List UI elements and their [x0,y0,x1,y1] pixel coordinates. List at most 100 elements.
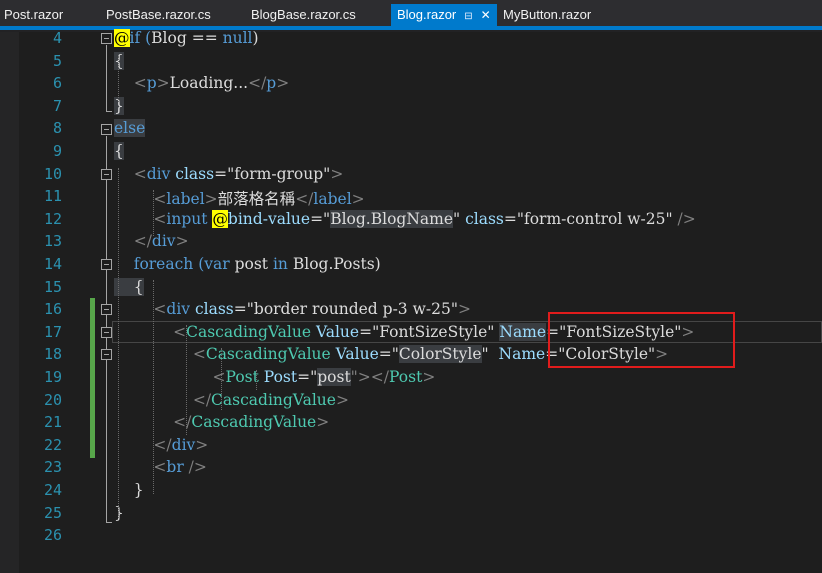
code-token: div [166,300,191,319]
code-token: > [330,164,344,183]
code-token: CascadingValue [205,345,331,364]
line-number: 24 [43,481,62,499]
code-token: /> [183,458,207,477]
indent-guide [186,325,187,435]
line-number: 18 [43,345,62,364]
tab-blogbase-razor-cs[interactable]: BlogBase.razor.cs [251,4,356,26]
code-token: </ [114,390,212,409]
code-token: > [276,74,290,93]
code-token: Post [258,368,298,386]
code-token: ) [252,29,259,47]
code-token: < [114,368,226,386]
collapse-icon[interactable] [101,259,112,270]
tab-mybutton-razor[interactable]: MyButton.razor [503,4,591,26]
code-token: "></ [350,368,389,386]
code-line[interactable]: <Post Post="post"></Post> [114,368,435,386]
code-token: post [317,368,351,386]
code-token: > [156,74,170,93]
code-token: input [166,209,208,228]
code-token: < [114,345,206,364]
tab-strip: Post.razor PostBase.razor.cs BlogBase.ra… [0,0,822,30]
collapse-icon[interactable] [101,349,112,360]
code-token: Value [311,322,360,341]
code-line[interactable]: </div> [114,436,208,454]
collapse-icon[interactable] [101,124,112,135]
collapse-icon[interactable] [101,304,112,315]
code-token: br [166,458,184,477]
tab-blog-razor[interactable]: Blog.razor ⊟ ✕ [391,4,497,26]
outline-end [106,522,112,523]
code-token: =" [297,368,318,386]
code-token: class [190,300,234,319]
line-number: 5 [52,51,62,70]
code-token: label [166,190,205,209]
code-line[interactable]: else [114,119,146,138]
indent-guide [153,190,154,236]
line-number: 25 [43,503,62,522]
code-line[interactable]: </CascadingValue> [114,413,329,431]
code-token: null [222,29,253,47]
code-token: < [114,190,167,209]
code-token: "FontSizeStyle" [372,322,495,341]
code-token: "form-control w-25" [516,209,673,228]
line-number: 9 [52,142,62,160]
line-number: 26 [43,526,62,545]
indent-guide [118,168,119,518]
code-token: in [272,255,288,273]
code-token: </ [114,435,172,454]
code-token: Blog.Posts) [287,255,381,273]
collapse-icon[interactable] [101,169,112,180]
line-number: 11 [43,187,62,206]
code-token: < [114,300,167,319]
code-token: = [359,322,373,341]
code-token: 部落格名稱 [217,190,296,209]
code-token: CascadingValue [191,413,317,432]
indent-guide [221,348,222,410]
code-token: Name [499,322,547,341]
code-token: var [204,255,230,273]
code-token: < [114,322,187,341]
code-token: foreach ( [114,255,205,273]
line-number: 20 [43,390,62,409]
code-token: @ [114,29,130,47]
indent-guide [118,56,119,102]
editor-margin [0,32,19,573]
line-number: 15 [43,277,62,296]
code-token: Post [389,368,423,386]
line-number: 16 [43,300,62,319]
line-number: 19 [43,368,62,386]
code-token: "form-group" [227,164,331,183]
code-line[interactable]: @if (Blog == null) [114,29,259,47]
code-token: bind-value [227,209,311,228]
code-token: if ( [129,29,152,47]
line-number: 23 [43,458,62,477]
code-line[interactable]: <p>Loading...</p> [114,74,290,93]
collapse-icon[interactable] [101,33,112,44]
code-token: @ [212,209,228,228]
code-token: Name [498,345,546,364]
code-line[interactable]: </CascadingValue> [114,391,349,409]
code-token: div [146,164,171,183]
close-icon[interactable]: ✕ [481,8,491,22]
code-line[interactable]: foreach (var post in Blog.Posts) [114,255,381,273]
code-line[interactable]: <label>部落格名稱</label> [114,187,364,209]
code-line[interactable]: <div class="border rounded p-3 w-25"> [114,300,471,318]
code-line[interactable]: </div> [114,232,189,250]
pin-icon[interactable]: ⊟ [464,11,472,22]
code-line[interactable]: { [114,142,124,160]
code-token: > [204,190,218,209]
code-token: CascadingValue [186,322,312,341]
code-line[interactable]: <br /> [114,458,207,477]
code-token: > [195,435,209,454]
tab-postbase-razor-cs[interactable]: PostBase.razor.cs [106,4,211,26]
code-token: > [457,300,471,319]
code-line[interactable]: <div class="form-group"> [114,164,344,183]
line-number: 6 [52,74,62,93]
code-token: = [378,345,392,364]
collapse-icon[interactable] [101,327,112,338]
highlight-box [548,312,735,368]
tab-post-razor[interactable]: Post.razor [4,4,63,26]
code-token: /> [672,209,696,228]
code-line[interactable]: <input @bind-value="Blog.BlogName" class… [114,209,696,228]
line-number: 12 [43,209,62,228]
